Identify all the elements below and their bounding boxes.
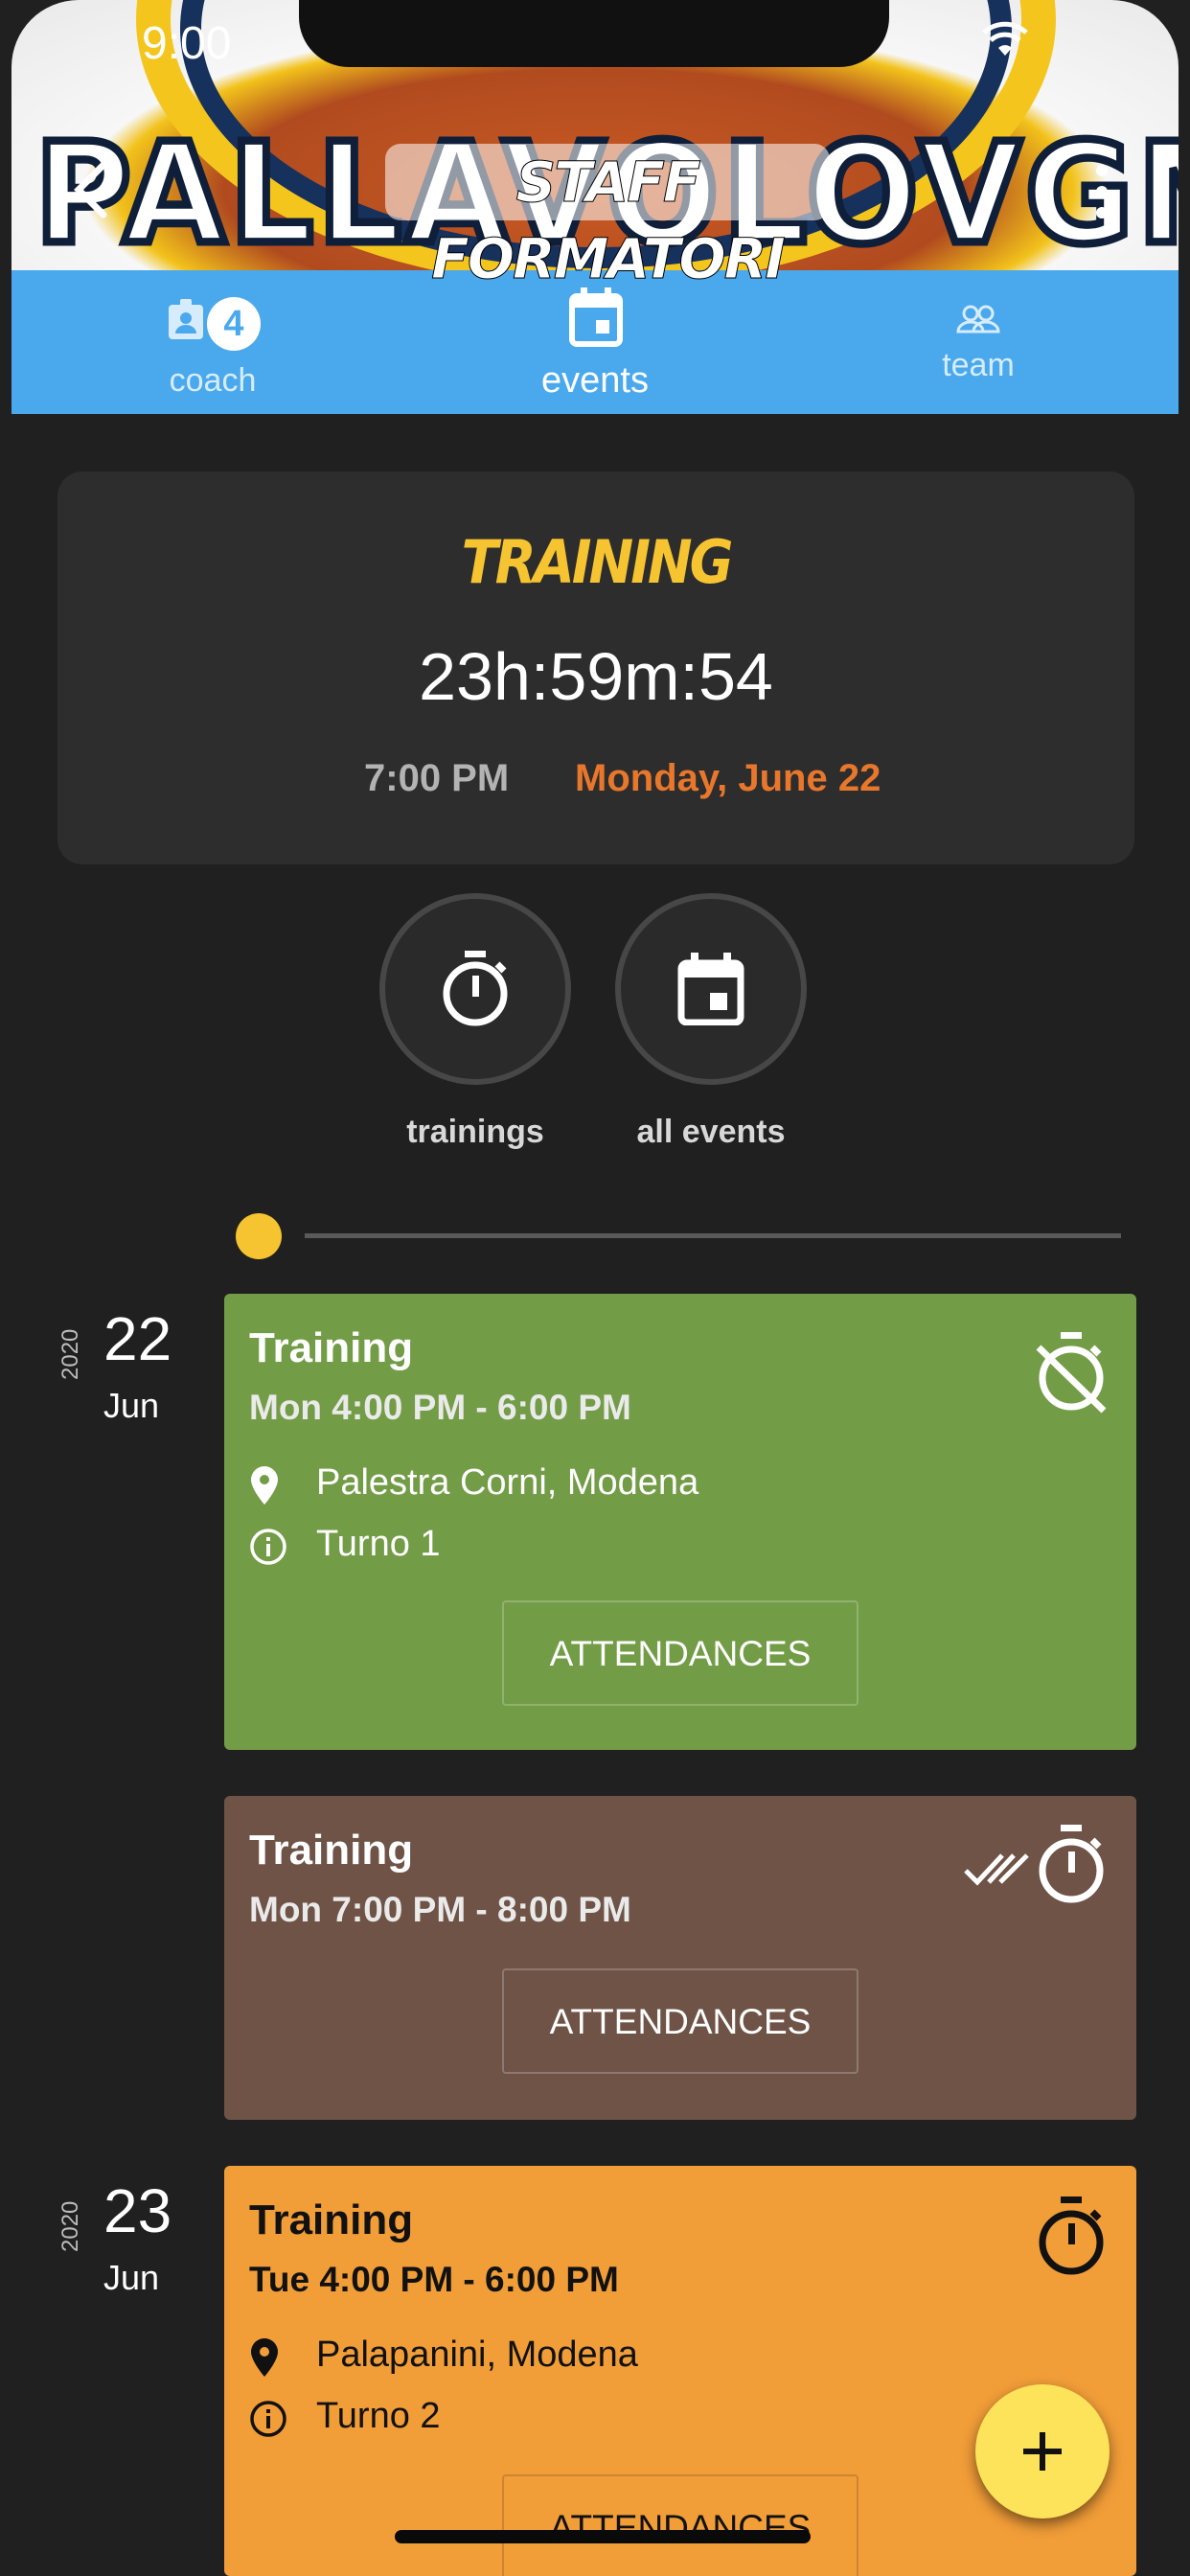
coach-badge-icon: [169, 299, 203, 339]
event-time: Mon 7:00 PM - 8:00 PM: [249, 1890, 631, 1929]
event-location: Palestra Corni, Modena: [316, 1462, 699, 1503]
date-year: 2020: [57, 2200, 83, 2252]
trainings-label: trainings: [406, 1114, 544, 1150]
coach-count-badge: 4: [207, 297, 261, 351]
event-title: Training: [249, 1827, 414, 1874]
info-icon: [250, 1529, 286, 1565]
tab-team[interactable]: team: [878, 270, 1079, 414]
countdown-timer: 23h:59m:54: [419, 639, 773, 714]
event-card[interactable]: Training Mon 4:00 PM - 6:00 PM Palestra …: [224, 1294, 1136, 1750]
event-time: Mon 4:00 PM - 6:00 PM: [249, 1388, 631, 1427]
calendar-icon: [677, 953, 744, 1025]
team-icon: [956, 305, 1000, 334]
more-options-icon[interactable]: [1090, 163, 1113, 224]
double-check-icon: [964, 1853, 1029, 1886]
notch: [299, 0, 889, 67]
countdown-date: Monday, June 22: [575, 757, 881, 799]
date-year: 2020: [57, 1328, 83, 1380]
date-day: 22: [103, 1304, 172, 1373]
event-card[interactable]: Training Tue 4:00 PM - 6:00 PM Palapanin…: [224, 2166, 1136, 2576]
timeline-line: [305, 1233, 1121, 1238]
trainings-button[interactable]: [379, 893, 571, 1085]
event-time: Tue 4:00 PM - 6:00 PM: [249, 2260, 619, 2299]
date-day: 23: [103, 2176, 172, 2245]
tab-coach[interactable]: 4 coach: [107, 270, 318, 414]
event-location: Palapanini, Modena: [316, 2334, 638, 2375]
tab-events-label: events: [541, 360, 649, 401]
stopwatch-icon: [1039, 2196, 1104, 2275]
add-event-button[interactable]: [975, 2384, 1110, 2518]
location-pin-icon: [251, 1466, 278, 1505]
date-month: Jun: [103, 1386, 160, 1425]
phone-screen: PALLAVOLOVGM 9:00 STAFF FORMATORI 4 coac…: [11, 0, 1179, 2576]
next-event-countdown-card[interactable]: TRAINING 23h:59m:54 7:00 PM Monday, June…: [57, 472, 1134, 864]
info-icon: [250, 2401, 286, 2437]
timeline-now-dot: [236, 1213, 282, 1259]
countdown-event-type: TRAINING: [461, 527, 734, 597]
plus-icon: [1023, 2432, 1062, 2471]
event-info: Turno 2: [316, 2396, 441, 2436]
location-pin-icon: [251, 2338, 278, 2377]
back-arrow-icon[interactable]: [69, 159, 111, 220]
attendances-button[interactable]: ATTENDANCES: [502, 1968, 858, 2074]
stopwatch-off-icon: [1036, 1332, 1107, 1414]
all-events-label: all events: [636, 1114, 786, 1150]
all-events-button[interactable]: [615, 893, 807, 1085]
event-info: Turno 1: [316, 1524, 441, 1564]
home-indicator[interactable]: [395, 2530, 811, 2543]
stopwatch-icon: [1039, 1825, 1104, 1903]
event-title: Training: [249, 2196, 414, 2243]
tab-coach-label: coach: [169, 362, 257, 399]
event-title: Training: [249, 1324, 414, 1371]
countdown-hour: 7:00 PM: [364, 757, 510, 799]
attendances-button[interactable]: ATTENDANCES: [502, 2474, 858, 2576]
tab-team-label: team: [942, 347, 1015, 383]
event-card[interactable]: Training Mon 7:00 PM - 8:00 PM ATTENDANC…: [224, 1796, 1136, 2120]
attendances-button[interactable]: ATTENDANCES: [502, 1600, 858, 1706]
page-title: STAFF FORMATORI: [385, 144, 830, 292]
stopwatch-icon: [443, 951, 508, 1026]
wifi-icon: [982, 21, 1028, 56]
status-time: 9:00: [142, 18, 232, 69]
date-month: Jun: [103, 2258, 160, 2297]
